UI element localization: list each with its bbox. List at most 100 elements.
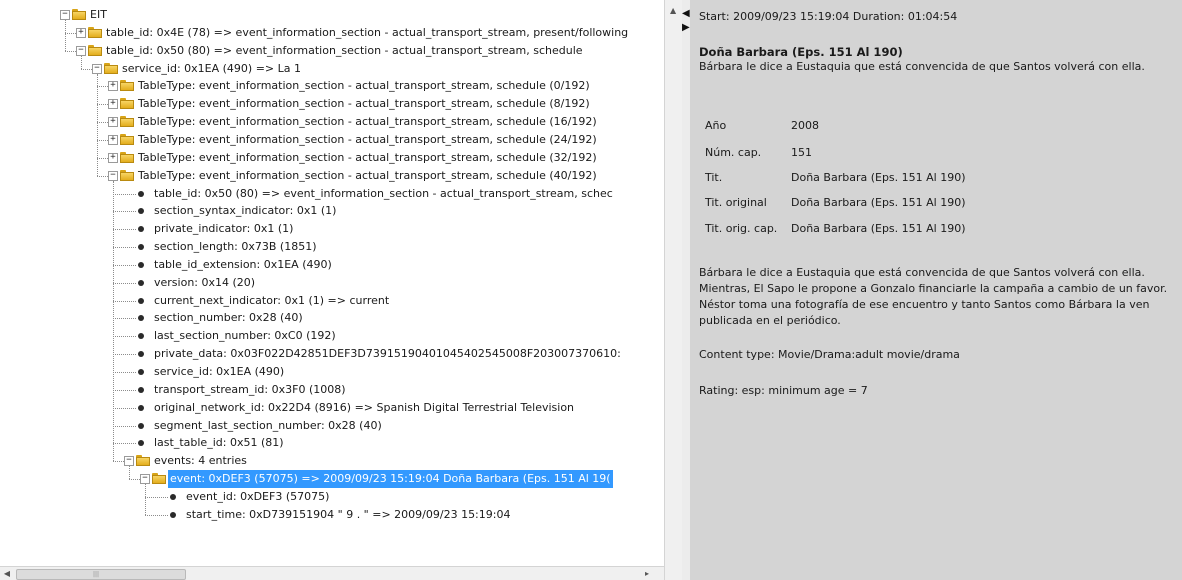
folder-icon (88, 26, 102, 39)
tree-connector (65, 50, 76, 52)
tree-node-label[interactable]: TableType: event_information_section - a… (138, 77, 590, 95)
tree-node-label[interactable]: section_syntax_indicator: 0x1 (1) (154, 202, 336, 220)
tree-node-field[interactable]: start_time: 0xD739151904 " 9 . " => 2009… (0, 506, 664, 524)
tree-node-field[interactable]: table_id: 0x50 (80) => event_information… (0, 185, 664, 203)
plus-expander-icon[interactable]: + (108, 152, 118, 163)
tree-node-label[interactable]: event_id: 0xDEF3 (57075) (186, 488, 329, 506)
tree-node-field[interactable]: private_indicator: 0x1 (1) (0, 220, 664, 238)
vertical-scrollbar[interactable]: ▲ (664, 0, 683, 580)
tree-node-label[interactable]: segment_last_section_number: 0x28 (40) (154, 417, 382, 435)
tree-node-folder[interactable]: − TableType: event_information_section - … (0, 167, 664, 185)
minus-expander-icon[interactable]: − (140, 474, 150, 485)
tree-node-label[interactable]: TableType: event_information_section - a… (138, 149, 597, 167)
tree-node-label[interactable]: private_indicator: 0x1 (1) (154, 220, 293, 238)
bullet-icon (138, 190, 144, 197)
tree-node-label[interactable]: last_table_id: 0x51 (81) (154, 434, 284, 452)
meta-key: Año (705, 119, 727, 132)
tree-connector (81, 68, 92, 70)
plus-expander-icon[interactable]: + (108, 99, 118, 110)
tree-node-label[interactable]: section_length: 0x73B (1851) (154, 238, 317, 256)
tree-node-label[interactable]: last_section_number: 0xC0 (192) (154, 327, 336, 345)
minus-expander-icon[interactable]: − (60, 10, 70, 20)
tree-node-field[interactable]: transport_stream_id: 0x3F0 (1008) (0, 381, 664, 399)
tree-node-field[interactable]: event_id: 0xDEF3 (57075) (0, 488, 664, 506)
tree-connector (145, 514, 168, 516)
plus-expander-icon[interactable]: + (76, 27, 86, 38)
tree-node-field[interactable]: table_id_extension: 0x1EA (490) (0, 256, 664, 274)
tree-node-folder[interactable]: − table_id: 0x50 (80) => event_informatio… (0, 42, 664, 60)
tree-node-label[interactable]: transport_stream_id: 0x3F0 (1008) (154, 381, 346, 399)
tree-node-field[interactable]: last_section_number: 0xC0 (192) (0, 327, 664, 345)
tree-node-label[interactable]: EIT (90, 6, 107, 24)
tree-node-label[interactable]: table_id: 0x50 (80) => event_information… (154, 185, 613, 203)
tree-node-label[interactable]: service_id: 0x1EA (490) (154, 363, 284, 381)
minus-expander-icon[interactable]: − (76, 45, 86, 56)
tree-node-field[interactable]: private_data: 0x03F022D42851DEF3D7391519… (0, 345, 664, 363)
tree-node-label[interactable]: private_data: 0x03F022D42851DEF3D7391519… (154, 345, 621, 363)
plus-expander-icon[interactable]: + (108, 117, 118, 128)
tree-connector (113, 425, 136, 427)
bullet-icon (138, 279, 144, 286)
tree-node-label-selected[interactable]: event: 0xDEF3 (57075) => 2009/09/23 15:1… (168, 470, 613, 489)
tree-panel: − EIT + table_id: 0x4E (78) => event_inform… (0, 0, 664, 580)
tree-node-folder[interactable]: − event: 0xDEF3 (57075) => 2009/09/23 15:… (0, 470, 664, 489)
tree-node-label[interactable]: version: 0x14 (20) (154, 274, 255, 292)
tree-connector (113, 336, 136, 338)
tree-node-folder[interactable]: + TableType: event_information_section - … (0, 77, 664, 95)
tree-node-field[interactable]: section_length: 0x73B (1851) (0, 238, 664, 256)
tree-node-label[interactable]: table_id: 0x4E (78) => event_information… (106, 24, 628, 42)
tree-node-label[interactable]: current_next_indicator: 0x1 (1) => curre… (154, 292, 389, 310)
plus-expander-icon[interactable]: + (108, 81, 118, 92)
tree-node-field[interactable]: section_syntax_indicator: 0x1 (1) (0, 202, 664, 220)
minus-expander-icon[interactable]: − (124, 456, 134, 467)
tree-node-label[interactable]: section_number: 0x28 (40) (154, 309, 303, 327)
meta-value: Doña Barbara (Eps. 151 Al 190) (791, 196, 966, 209)
scroll-left-arrow-icon[interactable]: ◀ (2, 569, 12, 579)
scroll-right-arrow-icon[interactable]: ▸ (642, 569, 652, 579)
tree-node-folder[interactable]: − service_id: 0x1EA (490) => La 1 (0, 60, 664, 78)
tree-node-field[interactable]: last_table_id: 0x51 (81) (0, 434, 664, 452)
tree-node-field[interactable]: original_network_id: 0x22D4 (8916) => Sp… (0, 399, 664, 417)
tree-node-folder[interactable]: + TableType: event_information_section - … (0, 149, 664, 167)
tree-node-field[interactable]: version: 0x14 (20) (0, 274, 664, 292)
bullet-icon (138, 351, 144, 358)
tree-node-folder[interactable]: + table_id: 0x4E (78) => event_informatio… (0, 24, 664, 42)
collapse-right-arrow-icon[interactable]: ▶ (682, 22, 690, 33)
tree-node-folder[interactable]: + TableType: event_information_section - … (0, 95, 664, 113)
bullet-icon (170, 493, 176, 500)
horizontal-scrollbar[interactable]: ◀ ||| ▸ (0, 566, 664, 580)
tree-node-label[interactable]: table_id_extension: 0x1EA (490) (154, 256, 332, 274)
tree-node-label[interactable]: TableType: event_information_section - a… (138, 95, 590, 113)
tree-node-label[interactable]: TableType: event_information_section - a… (138, 131, 597, 149)
meta-value: Doña Barbara (Eps. 151 Al 190) (791, 171, 966, 184)
tree-node-folder[interactable]: + TableType: event_information_section - … (0, 113, 664, 131)
tree-node-field[interactable]: segment_last_section_number: 0x28 (40) (0, 417, 664, 435)
tree-connector (97, 157, 108, 159)
scroll-up-arrow-icon[interactable]: ▲ (670, 6, 676, 15)
tree-node-field[interactable]: section_number: 0x28 (40) (0, 309, 664, 327)
tree-guide-line (97, 73, 98, 176)
tree-node-label[interactable]: start_time: 0xD739151904 " 9 . " => 2009… (186, 506, 510, 524)
collapse-left-arrow-icon[interactable]: ◀ (682, 8, 690, 19)
tree-node-folder[interactable]: + TableType: event_information_section - … (0, 131, 664, 149)
tree-node-label[interactable]: table_id: 0x50 (80) => event_information… (106, 42, 583, 60)
tree-node-label[interactable]: TableType: event_information_section - a… (138, 167, 597, 185)
tree-node-folder[interactable]: − EIT (0, 6, 664, 24)
bullet-icon (170, 511, 176, 518)
horizontal-scroll-thumb[interactable]: ||| (16, 569, 186, 580)
content-type: Content type: Movie/Drama:adult movie/dr… (699, 348, 960, 361)
tree-node-label[interactable]: events: 4 entries (154, 452, 247, 470)
tree-node-folder[interactable]: − events: 4 entries (0, 452, 664, 470)
minus-expander-icon[interactable]: − (92, 63, 102, 74)
tree-node-label[interactable]: service_id: 0x1EA (490) => La 1 (122, 60, 301, 78)
tree-node-label[interactable]: original_network_id: 0x22D4 (8916) => Sp… (154, 399, 574, 417)
tree-connector (97, 86, 108, 88)
tree-view[interactable]: − EIT + table_id: 0x4E (78) => event_inform… (0, 2, 664, 568)
minus-expander-icon[interactable]: − (108, 170, 118, 181)
tree-node-field[interactable]: service_id: 0x1EA (490) (0, 363, 664, 381)
tree-node-field[interactable]: current_next_indicator: 0x1 (1) => curre… (0, 292, 664, 310)
event-detail-panel: Start: 2009/09/23 15:19:04 Duration: 01:… (690, 0, 1182, 580)
plus-expander-icon[interactable]: + (108, 134, 118, 145)
pane-splitter[interactable]: ◀ ▶ (682, 0, 690, 580)
tree-node-label[interactable]: TableType: event_information_section - a… (138, 113, 597, 131)
